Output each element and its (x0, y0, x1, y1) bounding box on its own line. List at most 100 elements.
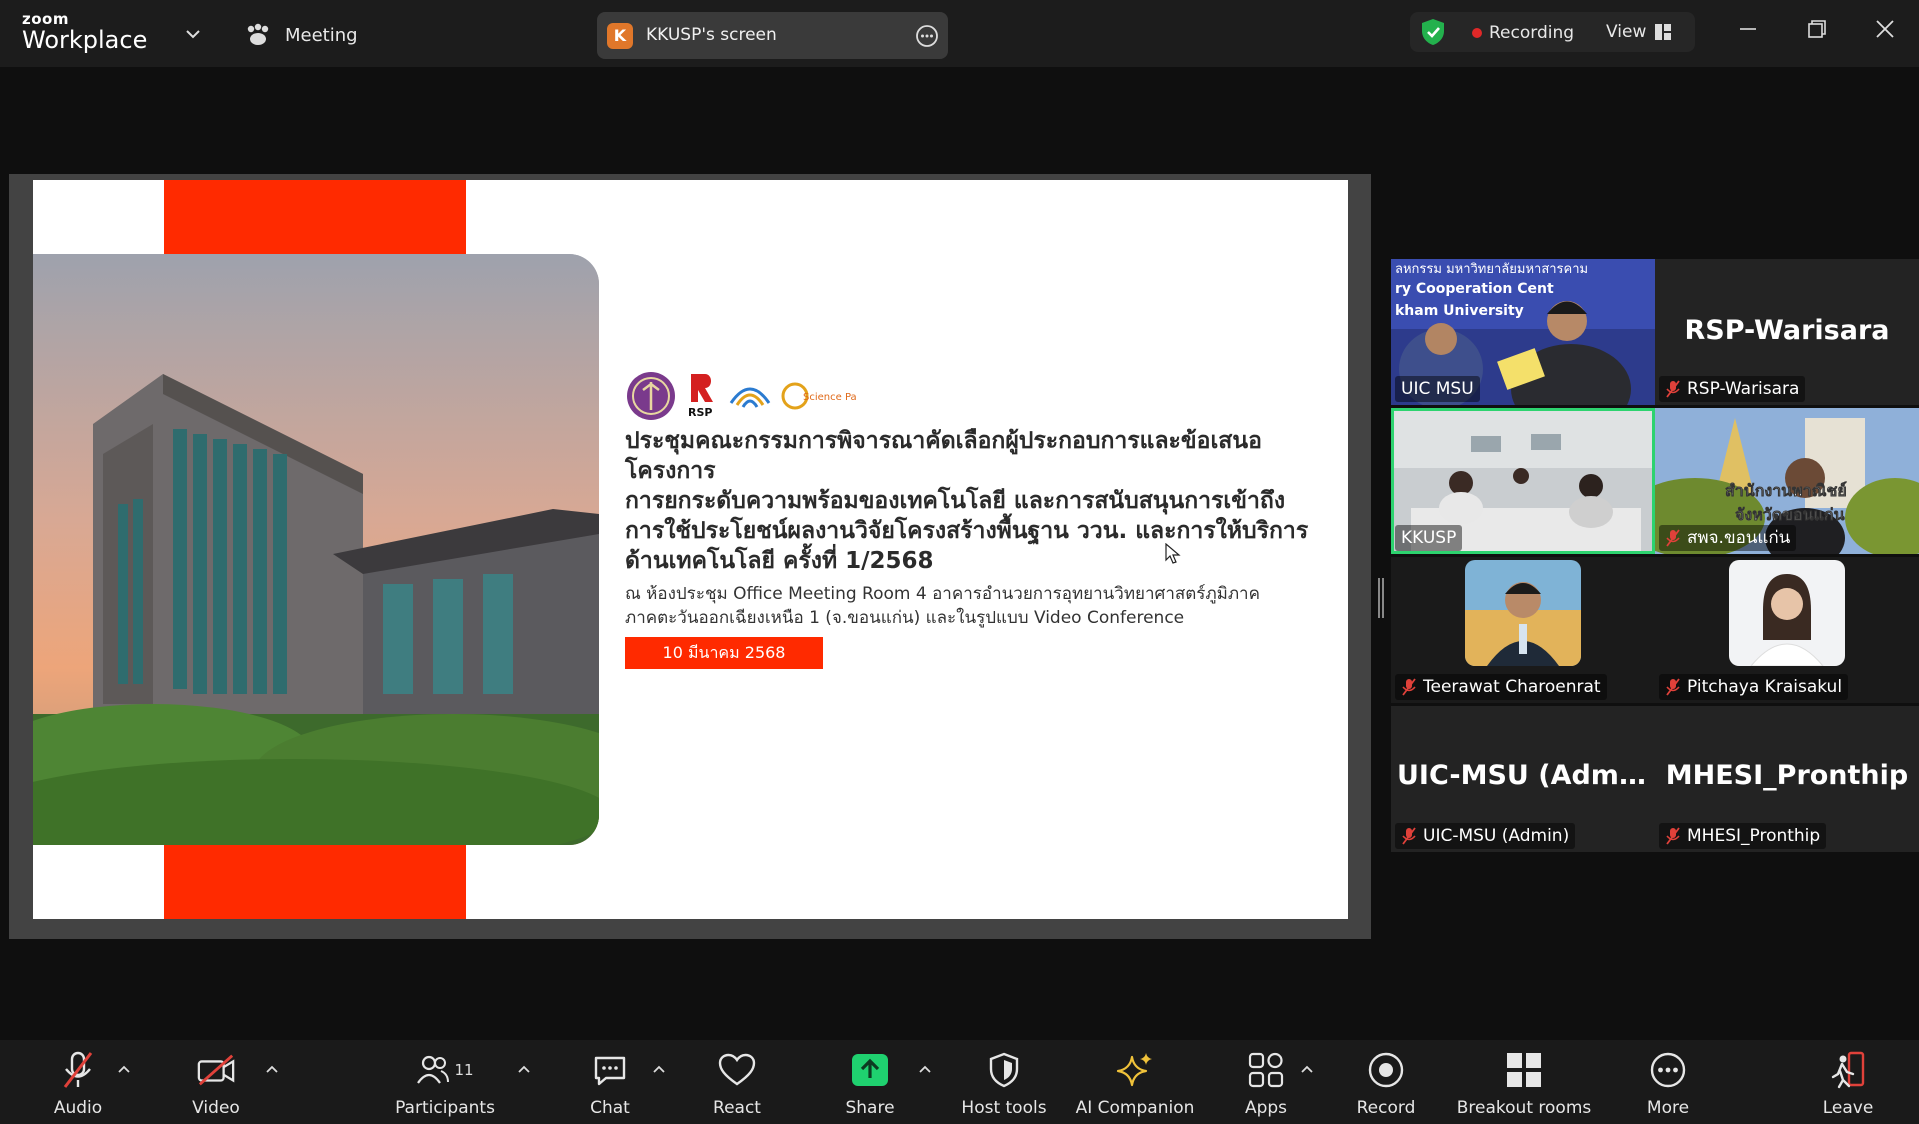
screen-share-indicator[interactable]: K KKUSP's screen (597, 12, 948, 59)
more-icon (1650, 1052, 1686, 1088)
record-button[interactable]: Record (1356, 1050, 1416, 1120)
building-illustration (33, 254, 599, 845)
video-options-caret-icon[interactable] (265, 1064, 279, 1074)
share-screen-icon (852, 1054, 888, 1086)
participant-tile[interactable]: MHESI_Pronthip MHESI_Pronthip (1655, 706, 1919, 852)
apps-grid-icon (1248, 1052, 1284, 1088)
screen-share-label: KKUSP's screen (646, 25, 777, 45)
share-button[interactable]: Share (844, 1050, 896, 1120)
participant-name: UIC MSU (1401, 379, 1474, 399)
recording-dot-icon (1472, 28, 1482, 38)
meeting-info-button[interactable]: Meeting (245, 20, 358, 50)
heading-line: ด้านเทคโนโลยี ครั้งที่ 1/2568 (625, 548, 934, 574)
participant-name-tag: UIC MSU (1395, 376, 1480, 402)
breakout-rooms-button[interactable]: Breakout rooms (1457, 1050, 1591, 1120)
participant-big-name: UIC-MSU (Admi... (1397, 760, 1655, 791)
participant-tile[interactable]: ลหกรรม มหาวิทยาลัยมหาสารคาม ry Cooperati… (1391, 259, 1655, 405)
rsp-logo-text: RSP (688, 406, 712, 419)
university-seal-logo (625, 370, 677, 422)
host-tools-button[interactable]: Host tools (960, 1050, 1048, 1120)
apps-button[interactable]: Apps (1245, 1050, 1287, 1120)
brand-big: Workplace (22, 26, 148, 54)
participant-name: RSP-Warisara (1687, 379, 1800, 399)
mic-muted-icon (1402, 678, 1416, 696)
participant-name-tag: KKUSP (1395, 525, 1463, 551)
chat-icon (594, 1056, 626, 1086)
participant-tile[interactable]: Teerawat Charoenrat (1391, 557, 1655, 703)
paw-meeting-icon (247, 23, 269, 45)
sharer-avatar: K (607, 23, 633, 49)
recording-label[interactable]: Recording (1489, 23, 1574, 43)
participant-name-tag: สพจ.ขอนแก่น (1659, 525, 1797, 551)
participants-count: 11 (454, 1061, 474, 1079)
slide-heading: ประชุมคณะกรรมการพิจารณาคัดเลือกผู้ประกอบ… (625, 426, 1335, 576)
participant-tile[interactable]: สำนักงานพาณิชย์ จังหวัดขอนแก่น สพจ.ขอนแก… (1655, 408, 1919, 554)
ai-sparkle-icon (1116, 1053, 1152, 1087)
partner-logos: RSP Science Park (625, 370, 857, 422)
chat-button[interactable]: Chat (590, 1050, 630, 1120)
chevron-down-icon[interactable] (183, 24, 203, 44)
minimize-icon[interactable] (1733, 14, 1763, 44)
host-tools-label: Host tools (961, 1098, 1047, 1118)
participant-tile[interactable]: RSP-Warisara RSP-Warisara (1655, 259, 1919, 405)
close-icon[interactable] (1870, 14, 1900, 44)
meeting-label: Meeting (285, 24, 358, 46)
more-options-icon[interactable] (915, 24, 939, 48)
apps-options-caret-icon[interactable] (1300, 1064, 1314, 1074)
leave-label: Leave (1822, 1098, 1874, 1118)
react-label: React (713, 1098, 761, 1118)
participant-tile[interactable]: Pitchaya Kraisakul (1655, 557, 1919, 703)
video-button[interactable]: Video (190, 1050, 242, 1120)
view-label[interactable]: View (1606, 22, 1646, 42)
participant-name: สพจ.ขอนแก่น (1687, 528, 1791, 548)
shared-slide: RSP Science Park ประชุมคณะกรรมการพิจารณา… (33, 180, 1348, 919)
restore-icon[interactable] (1802, 14, 1832, 44)
panel-resize-handle[interactable] (1378, 578, 1384, 618)
participant-name-tag: UIC-MSU (Admin) (1395, 823, 1576, 849)
meeting-status-pill: Recording View (1410, 12, 1695, 52)
leave-exit-icon (1831, 1051, 1865, 1089)
video-label: Video (192, 1098, 240, 1118)
audio-options-caret-icon[interactable] (117, 1064, 131, 1074)
video-off-icon (197, 1054, 235, 1086)
participant-name: UIC-MSU (Admin) (1423, 826, 1570, 846)
participant-name-tag: Pitchaya Kraisakul (1659, 674, 1849, 700)
heart-icon (718, 1053, 756, 1086)
ai-companion-button[interactable]: AI Companion (1075, 1050, 1195, 1120)
more-button[interactable]: More (1644, 1050, 1692, 1120)
leave-button[interactable]: Leave (1822, 1050, 1874, 1120)
building-photo (33, 254, 599, 845)
participant-name-tag: Teerawat Charoenrat (1395, 674, 1607, 700)
participant-name: Pitchaya Kraisakul (1687, 677, 1843, 697)
science-park-logo: Science Park (781, 370, 857, 422)
chat-label: Chat (590, 1098, 630, 1118)
zoom-workplace-logo[interactable]: zoom Workplace (22, 10, 148, 54)
participant-name: Teerawat Charoenrat (1423, 677, 1601, 697)
participants-button[interactable]: 11 Participants (392, 1050, 498, 1120)
spj-overlay-1: สำนักงานพาณิชย์ (1725, 481, 1847, 500)
participant-name: KKUSP (1401, 528, 1457, 548)
share-options-caret-icon[interactable] (918, 1064, 932, 1074)
react-button[interactable]: React (712, 1050, 762, 1120)
brand-small: zoom (22, 10, 69, 28)
slide-date-badge: 10 มีนาคม 2568 (625, 637, 823, 669)
participant-name-tag: RSP-Warisara (1659, 376, 1806, 402)
title-bar: zoom Workplace Meeting K KKUSP's screen … (0, 0, 1919, 67)
uic-banner-1: ลหกรรม มหาวิทยาลัยมหาสารคาม (1395, 262, 1588, 277)
more-label: More (1646, 1098, 1690, 1118)
mic-muted-icon (1666, 678, 1680, 696)
chat-options-caret-icon[interactable] (652, 1064, 666, 1074)
shield-check-icon[interactable] (1420, 18, 1446, 46)
slide-red-bar-bottom (164, 845, 466, 919)
participant-tile[interactable]: UIC-MSU (Admi... UIC-MSU (Admin) (1391, 706, 1655, 852)
participants-options-caret-icon[interactable] (517, 1064, 531, 1074)
host-shield-icon (989, 1052, 1019, 1088)
participant-tile-active-speaker[interactable]: KKUSP (1391, 408, 1655, 554)
audio-button[interactable]: Audio (52, 1050, 104, 1120)
view-grid-icon[interactable] (1654, 23, 1672, 41)
apps-label: Apps (1244, 1098, 1288, 1118)
heading-line: การใช้ประโยชน์ผลงานวิจัยโครงสร้างพื้นฐาน… (625, 518, 1309, 544)
heading-line: การยกระดับความพร้อมของเทคโนโลยี และการสน… (625, 488, 1286, 514)
meeting-toolbar: Audio Video 11 Participants Chat React S… (0, 1040, 1919, 1124)
participant-big-name: MHESI_Pronthip (1665, 760, 1909, 791)
